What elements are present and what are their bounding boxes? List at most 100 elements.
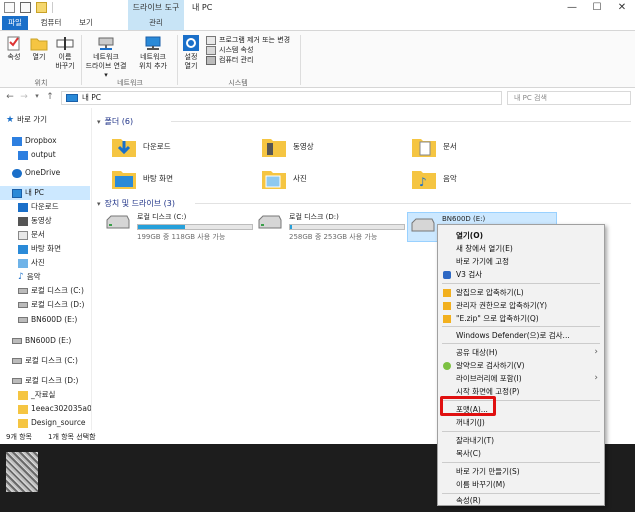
desktop-folder-icon — [112, 171, 136, 189]
menu-item-label: 라이브러리에 포함(I) — [456, 374, 522, 383]
sidebar-item-music[interactable]: ♪ 음악 — [18, 270, 41, 284]
close-button[interactable]: ✕ — [610, 0, 634, 16]
tab-computer[interactable]: 컴퓨터 — [34, 16, 68, 30]
back-button[interactable]: ← — [4, 92, 16, 102]
settings-gear-icon — [182, 35, 200, 51]
drive-label: 로컬 디스크 (C:) — [137, 213, 187, 221]
folder-label: 다운로드 — [143, 141, 171, 151]
menu-item-open-new-window[interactable]: 새 창에서 열기(E) — [438, 242, 604, 255]
sidebar-item-drive-c[interactable]: 로컬 디스크 (C:) — [18, 284, 84, 298]
minimize-button[interactable]: — — [560, 0, 584, 16]
menu-item-alyac-scan[interactable]: 알약으로 검사하기(V) — [438, 359, 604, 372]
menu-item-defender-scan[interactable]: Windows Defender(으)로 검사... — [438, 329, 604, 342]
folder-downloads[interactable]: 다운로드 — [111, 134, 171, 158]
sidebar-item-label: 내 PC — [25, 188, 45, 197]
alyac-icon — [443, 362, 451, 370]
sidebar-item-label: 로컬 디스크 (C:) — [31, 286, 84, 295]
sidebar-item-label: BN600D (E:) — [31, 315, 78, 324]
system-properties-button[interactable]: 시스템 속성 — [206, 45, 290, 55]
tab-manage[interactable]: 관리 — [128, 16, 184, 30]
uninstall-label: 프로그램 제거 또는 변경 — [219, 36, 291, 44]
menu-item-include-library[interactable]: 라이브러리에 포함(I) › — [438, 372, 604, 385]
computer-management-button[interactable]: 컴퓨터 관리 — [206, 55, 290, 65]
title-divider — [52, 2, 53, 13]
sidebar-item-drive-d[interactable]: 로컬 디스크 (D:) — [18, 298, 84, 312]
documents-folder-icon — [412, 139, 436, 157]
menu-item-admin-compress[interactable]: 관리자 권한으로 압축하기(Y) — [438, 299, 604, 312]
maximize-button[interactable]: ☐ — [585, 0, 609, 16]
rename-button[interactable]: 이름 바꾸기 — [52, 35, 78, 71]
menu-item-properties[interactable]: 속성(R) — [438, 494, 604, 507]
folder-documents[interactable]: 문서 — [411, 134, 457, 158]
sidebar-item-label: 다운로드 — [31, 202, 59, 211]
onedrive-cloud-icon — [12, 168, 22, 178]
sidebar-item-label: OneDrive — [25, 168, 61, 177]
map-network-drive-button[interactable]: 네트워크 드라이브 연결 ▾ — [83, 35, 129, 80]
search-input[interactable]: 내 PC 검색 — [507, 91, 631, 105]
menu-item-create-shortcut[interactable]: 바로 가기 만들기(S) — [438, 465, 604, 478]
navigation-pane: ★ 바로 가기 Dropbox output OneDrive 내 PC 다운로… — [0, 108, 92, 430]
sidebar-item-documents[interactable]: 문서 — [18, 228, 45, 242]
sidebar-item-dropbox[interactable]: Dropbox — [12, 134, 57, 148]
hard-drive-icon — [258, 215, 282, 229]
open-settings-button[interactable]: 설정 열기 — [179, 35, 203, 71]
menu-item-v3-scan[interactable]: V3 검사 — [438, 268, 604, 281]
sidebar-item-onedrive[interactable]: OneDrive — [12, 166, 60, 180]
tab-view[interactable]: 보기 — [72, 16, 100, 30]
ribbon-separator — [177, 35, 178, 85]
document-icon — [18, 230, 28, 240]
sidebar-item-this-pc[interactable]: 내 PC — [0, 186, 90, 200]
menu-item-pin-quick-access[interactable]: 바로 가기에 고정 — [438, 255, 604, 268]
drives-group-header[interactable]: ▾ 장치 및 드라이브 (3) — [97, 198, 631, 209]
add-network-location-button[interactable]: 네트워크 위치 추가 — [131, 35, 175, 71]
window-title: 내 PC — [192, 3, 213, 12]
sidebar-item-pictures[interactable]: 사진 — [18, 256, 45, 270]
folders-group-header[interactable]: ▾ 폴더 (6) — [97, 116, 631, 127]
quick-access-check-icon[interactable] — [20, 2, 31, 13]
sidebar-item-label: 로컬 디스크 (C:) — [25, 356, 78, 365]
system-properties-label: 시스템 속성 — [219, 46, 254, 54]
sidebar-item-desktop[interactable]: 바탕 화면 — [18, 242, 61, 256]
sidebar-item-drive-e[interactable]: BN600D (E:) — [18, 313, 77, 327]
menu-item-eject[interactable]: 꺼내기(J) — [438, 416, 604, 429]
sidebar-item-quick-access[interactable]: ★ 바로 가기 — [6, 113, 47, 127]
quick-access-properties-icon[interactable] — [4, 2, 15, 13]
sidebar-item-bn600d[interactable]: BN600D (E:) — [12, 334, 71, 348]
menu-item-copy[interactable]: 복사(C) — [438, 447, 604, 460]
sidebar-item-folder-archive[interactable]: _자료실 — [18, 388, 55, 402]
drive-label: 로컬 디스크 (D:) — [289, 213, 339, 221]
sidebar-item-label: 사진 — [31, 258, 45, 267]
sidebar-item-downloads[interactable]: 다운로드 — [18, 200, 59, 214]
drive-d[interactable]: 로컬 디스크 (D:) 258GB 중 253GB 사용 가능 — [257, 212, 405, 242]
menu-item-rename[interactable]: 이름 바꾸기(M) — [438, 478, 604, 491]
uninstall-programs-button[interactable]: 프로그램 제거 또는 변경 — [206, 35, 290, 45]
sidebar-item-folder-1eeac[interactable]: 1eeac302035a0 — [18, 402, 91, 416]
properties-label: 속성 — [7, 53, 21, 61]
menu-item-cut[interactable]: 잘라내기(T) — [438, 434, 604, 447]
forward-button[interactable]: → — [18, 92, 30, 102]
menu-item-alzip-compress[interactable]: 알집으로 압축하기(L) — [438, 286, 604, 299]
folder-desktop[interactable]: 바탕 화면 — [111, 166, 173, 190]
properties-button[interactable]: 속성 — [3, 35, 25, 62]
folder-pictures[interactable]: 사진 — [261, 166, 307, 190]
recent-locations-button[interactable]: ▾ — [31, 92, 43, 100]
folder-videos[interactable]: 동영상 — [261, 134, 314, 158]
menu-item-share-with[interactable]: 공유 대상(H) › — [438, 346, 604, 359]
system-commands: 프로그램 제거 또는 변경 시스템 속성 컴퓨터 관리 — [206, 35, 290, 65]
sidebar-item-label: 바탕 화면 — [31, 244, 61, 253]
menu-item-open[interactable]: 열기(O) — [438, 229, 604, 242]
sidebar-item-folder-design[interactable]: Design_source — [18, 416, 86, 430]
tab-file[interactable]: 파일 — [2, 16, 28, 30]
sidebar-item-local-c[interactable]: 로컬 디스크 (C:) — [12, 354, 78, 368]
drive-c[interactable]: 로컬 디스크 (C:) 199GB 중 118GB 사용 가능 — [105, 212, 253, 242]
folder-music[interactable]: ♪ 음악 — [411, 166, 457, 190]
quick-access-folder-icon[interactable] — [36, 2, 47, 13]
sidebar-item-label: 문서 — [31, 230, 45, 239]
up-button[interactable]: ↑ — [44, 92, 56, 102]
address-input[interactable]: 내 PC — [61, 91, 502, 105]
open-button[interactable]: 열기 — [28, 35, 50, 62]
sidebar-item-local-d[interactable]: 로컬 디스크 (D:) — [12, 374, 78, 388]
sidebar-item-videos[interactable]: 동영상 — [18, 214, 52, 228]
sidebar-item-output[interactable]: output — [18, 148, 56, 162]
menu-item-zip-compress[interactable]: "E.zip" 으로 압축하기(Q) — [438, 312, 604, 325]
